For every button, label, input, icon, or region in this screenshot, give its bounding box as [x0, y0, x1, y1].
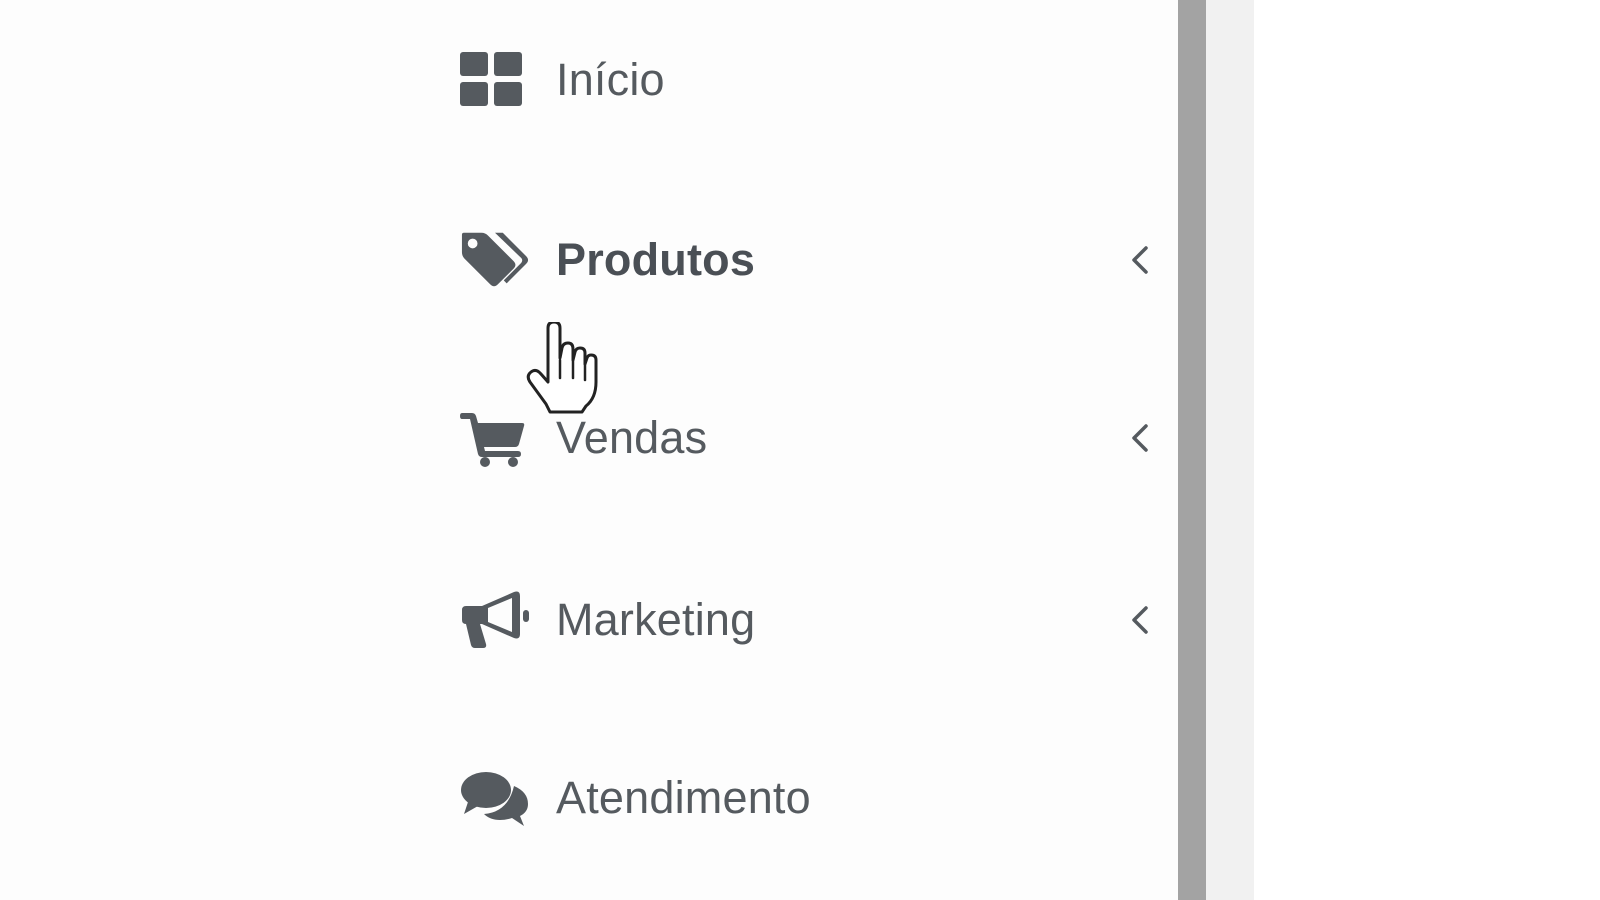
sidebar-item-inicio[interactable]: Início [460, 35, 1160, 125]
sidebar-item-atendimento[interactable]: Atendimento [460, 753, 1160, 843]
sidebar-item-label: Atendimento [556, 772, 811, 823]
scrollbar[interactable] [1178, 0, 1206, 900]
sidebar-item-label: Início [556, 54, 665, 105]
megaphone-icon [460, 585, 530, 655]
sidebar-item-produtos[interactable]: Produtos [460, 215, 1160, 305]
content-area [1254, 0, 1600, 900]
tags-icon [460, 225, 530, 295]
chat-bubbles-icon [460, 763, 530, 833]
sidebar-menu: Início Produtos Vendas Marketing Atendim… [0, 0, 1198, 900]
sidebar-item-vendas[interactable]: Vendas [460, 393, 1160, 483]
sidebar-item-label: Vendas [556, 412, 708, 463]
shopping-cart-icon [460, 403, 530, 473]
dashboard-icon [460, 45, 530, 115]
content-edge [1206, 0, 1254, 900]
sidebar-item-label: Produtos [556, 234, 756, 285]
app-window: Início Produtos Vendas Marketing Atendim… [0, 0, 1600, 900]
sidebar-item-marketing[interactable]: Marketing [460, 575, 1160, 665]
chevron-left-icon[interactable] [1120, 240, 1160, 280]
sidebar-item-label: Marketing [556, 594, 756, 645]
chevron-left-icon[interactable] [1120, 600, 1160, 640]
chevron-left-icon[interactable] [1120, 418, 1160, 458]
